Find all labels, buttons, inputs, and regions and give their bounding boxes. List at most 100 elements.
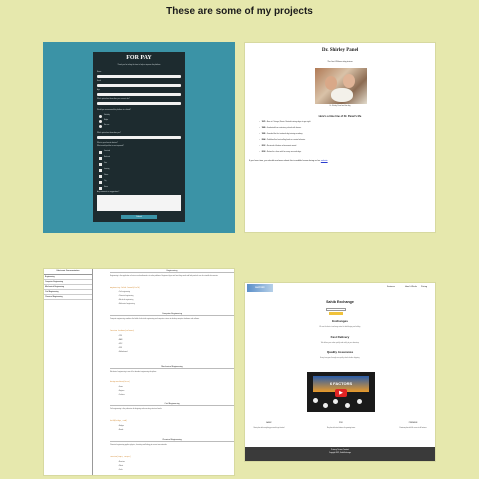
bubble-icon (323, 403, 328, 408)
survey-checkbox-label: Data (104, 163, 107, 164)
timeline-title: Here's a time line of Dr. Panel's life (318, 115, 362, 118)
tribute-subtitle: The first US-born dog trainer (327, 61, 353, 63)
section-text: Engineering is the application of scienc… (110, 276, 219, 277)
survey-field-label: Which option best describes your current… (97, 99, 130, 100)
code-snippet: build(bridge, road) (110, 421, 128, 422)
survey-radio[interactable] (99, 120, 102, 123)
section-text: Computer engineering combines the fields… (110, 319, 200, 320)
code-snippet: design.machines(force) (110, 382, 130, 383)
survey-checkbox[interactable] (99, 187, 102, 190)
feature-title: Quality Assurance (326, 350, 354, 354)
bubble-icon (333, 399, 338, 404)
timeline-item: 2004 - Published her best-selling book o… (259, 139, 306, 141)
survey-name-input[interactable] (97, 75, 181, 78)
nav-link[interactable]: Chemical Engineering (44, 295, 92, 300)
survey-form: FOR PAY Thank you for taking the time to… (93, 52, 185, 222)
survey-field-label: Would you recommend this platform to a f… (97, 110, 131, 111)
feature-title: Exchanges (332, 319, 348, 323)
docs-navbar: Electronic Documentation Engineering Com… (44, 269, 93, 475)
survey-radio-label: Definitely (104, 115, 110, 116)
survey-subtitle: Thank you for taking the time to help us… (117, 65, 161, 66)
list-item: Fuels (118, 470, 123, 471)
project-card-docs[interactable]: Electronic Documentation Engineering Com… (43, 268, 235, 476)
code-snippet: function hardware(software) (110, 331, 135, 332)
survey-describe-select[interactable] (97, 136, 181, 139)
list-item: Electrical engineering (118, 300, 133, 301)
list-item: Civil engineering (118, 292, 130, 293)
landing-title: Sahib Exchange (326, 300, 354, 304)
section-text: Chemical engineering applies physics, ch… (110, 445, 168, 446)
landing-logo: FACTORY (247, 284, 273, 292)
feature-text: We are the best at exchange rates for bo… (319, 327, 361, 328)
landing-header: FACTORY Features How It Works Pricing (245, 283, 435, 294)
section-text: Mechanical engineering is one of the bro… (110, 372, 157, 373)
feature-text: We deliver your order quickly and safely… (320, 343, 360, 344)
section-title: Engineering (110, 270, 234, 273)
survey-checkbox[interactable] (99, 157, 102, 160)
survey-checkbox[interactable] (99, 181, 102, 184)
section-title: Civil Engineering (110, 403, 234, 406)
survey-radio[interactable] (99, 125, 102, 128)
bubble-icon (345, 403, 350, 408)
landing-nav-link[interactable]: Pricing (421, 286, 427, 288)
survey-comments-textarea[interactable] (97, 195, 181, 211)
survey-field-label: Any comments or suggestions? (97, 192, 120, 193)
timeline-item: 1995 - Founded the first national dog tr… (259, 133, 303, 135)
list-item: CPU (118, 336, 122, 337)
timeline-item: 2018 - Retired to a farm with her many r… (259, 151, 302, 153)
survey-checkbox-label: Videos (104, 175, 109, 176)
survey-checkbox[interactable] (99, 151, 102, 154)
list-item: Turbines (118, 395, 125, 396)
survey-checkbox[interactable] (99, 169, 102, 172)
project-card-tribute[interactable]: Dr. Shirley Panel The first US-born dog … (244, 42, 436, 233)
tribute-caption: Dr. Shirley Panel and her dog (329, 106, 351, 107)
list-item: Mechanical engineering (118, 304, 135, 305)
pricing-plan[interactable]: PRO Pro plan with extra features for gro… (319, 422, 363, 429)
project-card-landing[interactable]: FACTORY Features How It Works Pricing Sa… (244, 282, 436, 462)
subscribe-button[interactable] (329, 312, 343, 315)
survey-field-label: Which option best describes you? (97, 133, 121, 134)
code-snippet: Engineering.fields.forEach(field) (110, 288, 140, 289)
list-item: RAM (118, 340, 122, 341)
survey-role-select[interactable] (97, 102, 181, 105)
landing-nav-link[interactable]: How It Works (405, 286, 417, 288)
timeline-item: 2012 - Received a lifetime achievement a… (259, 145, 297, 147)
survey-checkbox[interactable] (99, 163, 102, 166)
survey-radio[interactable] (99, 115, 102, 118)
survey-checkbox-label: Learning (104, 169, 110, 170)
feature-title: Fast Delivery (330, 335, 350, 339)
list-item: Plants (118, 466, 123, 467)
survey-age-input[interactable] (97, 93, 181, 96)
survey-field-label: Email (97, 81, 101, 82)
list-item: SSD (118, 348, 122, 349)
video-embed[interactable]: 6 FACTORS ▶ (307, 372, 375, 412)
play-icon[interactable]: ▶ (335, 389, 347, 397)
pricing-plan[interactable]: PREMIUM Premium plan with full access to… (391, 422, 435, 429)
page-heading: These are some of my projects (166, 6, 313, 17)
survey-checkbox-label: Back-end (104, 157, 110, 158)
section-title: Computer Engineering (110, 313, 234, 316)
project-card-survey[interactable]: FOR PAY Thank you for taking the time to… (43, 42, 235, 233)
bubble-icon (357, 399, 362, 404)
submit-button[interactable]: Submit (121, 215, 157, 219)
list-item: Motherboard (118, 352, 128, 353)
timeline-item: 1989 - Graduated from veterinary school … (259, 127, 302, 129)
survey-radio-label: Maybe (104, 120, 109, 121)
footer-links[interactable]: Privacy Terms Contact (245, 447, 435, 451)
landing-footer: Privacy Terms Contact Copyright 2021, Sa… (245, 447, 435, 461)
survey-email-input[interactable] (97, 84, 181, 87)
list-item: Chemical engineering (118, 296, 134, 297)
email-input[interactable] (326, 308, 346, 311)
list-item: GPU (118, 344, 122, 345)
pricing-plan[interactable]: BASIC Basic plan with everything you nee… (247, 422, 291, 429)
tribute-link[interactable]: website (321, 160, 328, 162)
feature-text: Every item goes through our quality chec… (320, 358, 360, 359)
list-item: Gears (118, 387, 123, 388)
survey-checkbox[interactable] (99, 175, 102, 178)
survey-radio-label: Not sure (104, 125, 110, 126)
tribute-name: Dr. Shirley Panel (321, 48, 359, 53)
docs-main: Engineering Engineering is the applicati… (110, 269, 234, 475)
list-item: Roads (118, 430, 123, 431)
survey-field-label: What is your favorite feature? (97, 143, 118, 144)
landing-nav-link[interactable]: Features (387, 286, 395, 288)
